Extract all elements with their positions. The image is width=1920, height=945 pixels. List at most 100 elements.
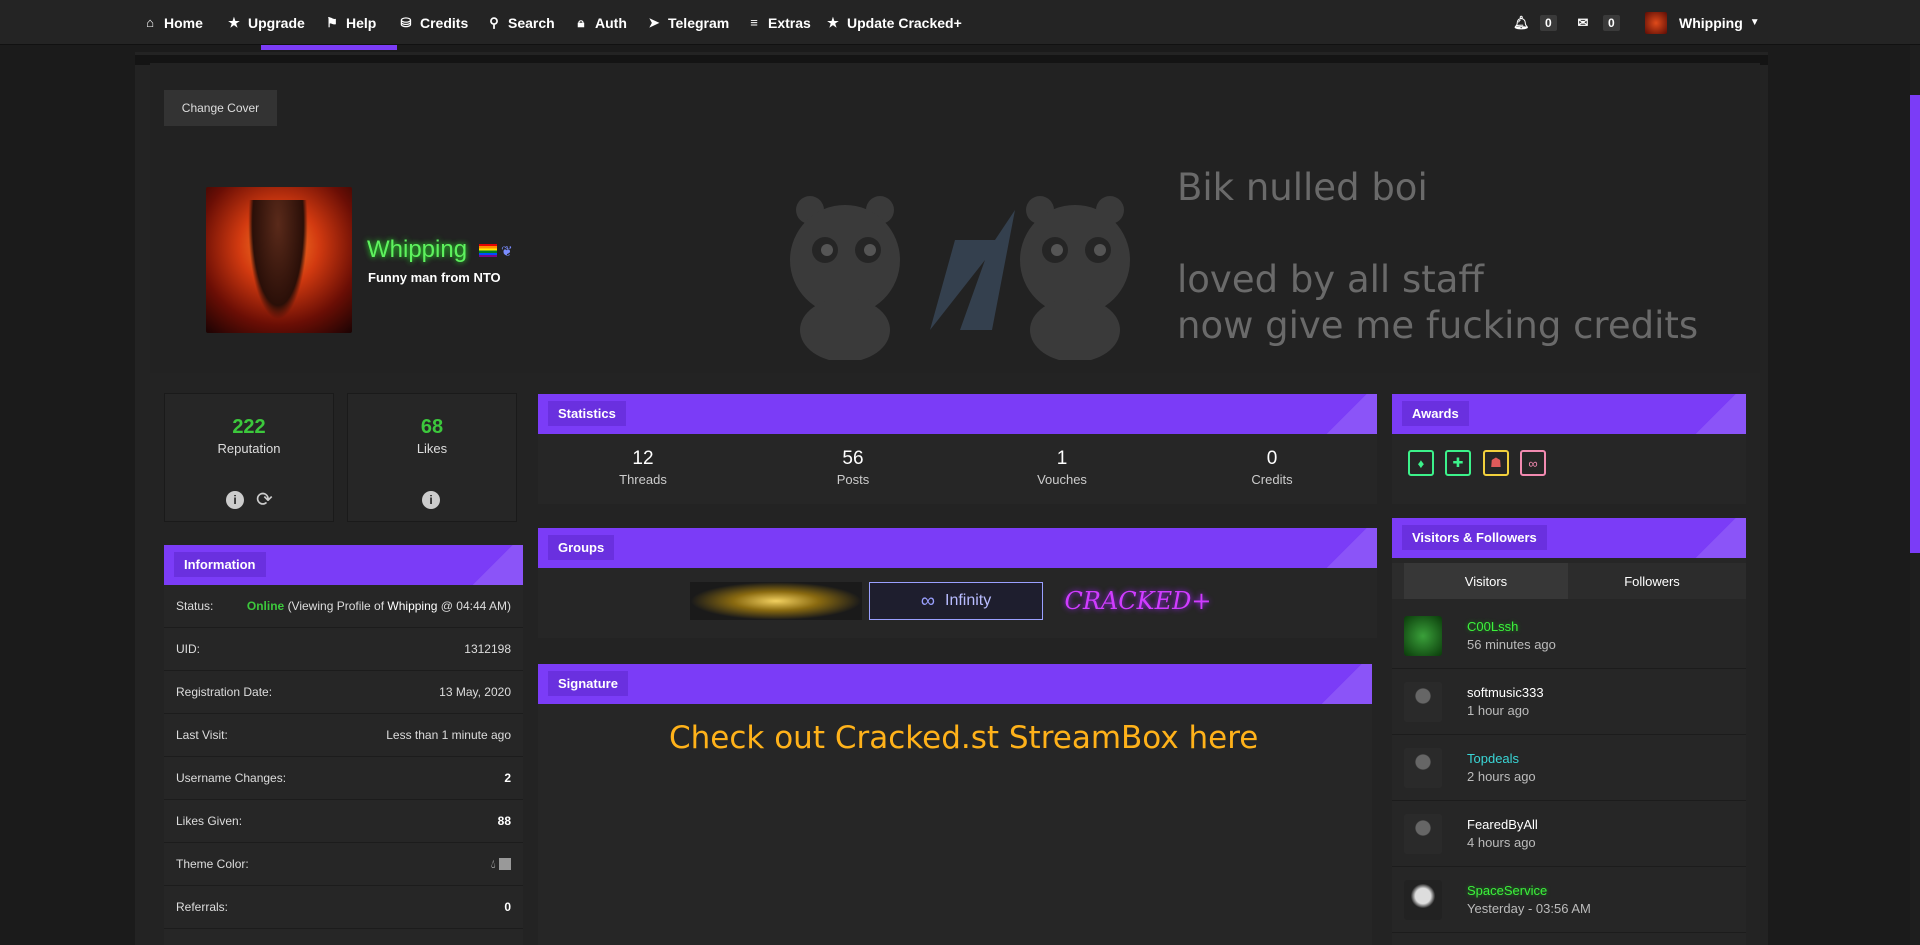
profile-usertitle: Funny man from NTO xyxy=(368,270,501,285)
info-row-likes-given: Likes Given: 88 xyxy=(164,800,523,843)
cover-text-line-3: now give me fucking credits xyxy=(1177,304,1699,347)
stat-vouches[interactable]: 1 Vouches xyxy=(957,448,1167,487)
award-infinity-icon[interactable]: ∞ xyxy=(1520,450,1546,476)
theme-color-controls[interactable]: 💧︎ xyxy=(491,857,511,872)
likes-info-icon[interactable]: i xyxy=(422,491,440,509)
stat-value: 56 xyxy=(842,448,864,469)
stat-value: 0 xyxy=(1266,448,1278,469)
refresh-icon[interactable]: ⟳ xyxy=(256,487,273,512)
nav-upgrade[interactable]: ★ Upgrade xyxy=(227,0,305,45)
visitor-name: C00Lssh xyxy=(1467,619,1519,634)
stat-credits[interactable]: 0 Credits xyxy=(1167,448,1377,487)
nav-search[interactable]: ⚲ Search xyxy=(487,0,554,45)
statistics-title: Statistics xyxy=(548,401,626,426)
nav-home[interactable]: ⌂ Home xyxy=(143,0,203,45)
info-row-theme-color: Theme Color: 💧︎ xyxy=(164,843,523,886)
info-label: Status: xyxy=(176,599,214,613)
signature-link[interactable]: Check out Cracked.st StreamBox here xyxy=(669,720,1258,756)
information-panel-header: Information xyxy=(164,545,523,585)
list-item[interactable]: Topdeals 2 hours ago xyxy=(1392,735,1746,801)
nav-auth[interactable]: 🔒︎ Auth xyxy=(574,0,627,45)
stat-posts[interactable]: 56 Posts xyxy=(748,448,958,487)
nav-update-cracked[interactable]: ★ Update Cracked+ xyxy=(826,0,962,45)
group-badge-infinity[interactable]: ∞ Infinity xyxy=(869,582,1043,620)
info-label: Last Visit: xyxy=(176,728,228,742)
info-status-value: Online (Viewing Profile of Whipping @ 04… xyxy=(247,599,511,613)
info-value: 13 May, 2020 xyxy=(439,685,511,699)
awards-title: Awards xyxy=(1402,401,1469,426)
visitor-avatar xyxy=(1404,880,1442,920)
nav-credits[interactable]: ⛁ Credits xyxy=(399,0,469,45)
change-cover-button[interactable]: Change Cover xyxy=(164,90,277,126)
visitor-avatar xyxy=(1404,748,1442,788)
stat-label: Posts xyxy=(836,472,870,487)
inbox-icon: ✉ xyxy=(1577,14,1589,30)
statistics-panel-header: Statistics xyxy=(538,394,1377,434)
group-badge-cracked-plus[interactable]: CRACKED+ xyxy=(1058,582,1218,620)
profile-username: Whipping xyxy=(367,236,468,263)
online-status: Online xyxy=(246,599,285,613)
visitor-avatar xyxy=(1404,814,1442,854)
group-badge-gold[interactable] xyxy=(690,582,862,620)
inbox-count: 0 xyxy=(1603,14,1620,31)
user-menu[interactable]: Whipping ▼ xyxy=(1645,0,1760,45)
nav-update-cracked-label: Update Cracked+ xyxy=(847,14,962,31)
info-label: Likes Given: xyxy=(176,814,243,828)
chevron-down-icon: ▼ xyxy=(1749,17,1760,28)
nav-help-label: Help xyxy=(346,14,377,31)
list-item[interactable]: softmusic333 1 hour ago xyxy=(1392,669,1746,735)
info-label: Referrals: xyxy=(176,900,229,914)
visitor-avatar xyxy=(1404,682,1442,722)
reputation-value: 222 xyxy=(232,416,266,438)
user-avatar-small xyxy=(1645,11,1667,34)
info-label: Theme Color: xyxy=(176,857,249,871)
top-navbar: ⌂ Home ★ Upgrade ⚑ Help ⛁ Credits ⚲ Search 🔒︎… xyxy=(0,0,1920,45)
list-item[interactable]: C00Lssh 56 minutes ago xyxy=(1392,603,1746,669)
stat-label: Vouches xyxy=(1037,472,1087,487)
likes-label: Likes xyxy=(416,441,448,456)
stat-value: 12 xyxy=(632,448,654,469)
bell-icon: 🔔︎ xyxy=(1513,14,1530,30)
award-plus-icon[interactable]: ✚ xyxy=(1445,450,1471,476)
nav-help[interactable]: ⚑ Help xyxy=(325,0,376,45)
reputation-box: 222 Reputation xyxy=(164,393,334,522)
list-item[interactable]: FearedByAll 4 hours ago xyxy=(1392,801,1746,867)
nav-telegram[interactable]: ➤ Telegram xyxy=(647,0,730,45)
menu-icon: ≡ xyxy=(750,15,758,30)
inbox-button[interactable]: ✉ 0 xyxy=(1576,0,1620,45)
award-diamond-icon[interactable]: ♦ xyxy=(1408,450,1434,476)
award-shield-icon[interactable]: ☗ xyxy=(1483,450,1509,476)
page-scrollbar-thumb[interactable] xyxy=(1910,95,1920,553)
info-row-username-changes: Username Changes: 2 xyxy=(164,757,523,800)
nav-extras[interactable]: ≡ Extras xyxy=(747,0,811,45)
visitor-time: 1 hour ago xyxy=(1467,703,1530,718)
viewing-user-link[interactable]: Whipping xyxy=(387,599,437,613)
visitor-name: softmusic333 xyxy=(1467,685,1544,700)
likes-value: 68 xyxy=(420,416,444,438)
awards-panel-header: Awards xyxy=(1392,394,1746,434)
notifications-button[interactable]: 🔔︎ 0 xyxy=(1513,0,1557,45)
visitor-name: SpaceService xyxy=(1467,883,1548,898)
search-icon: ⚲ xyxy=(489,14,499,30)
reputation-info-icon[interactable]: i xyxy=(226,491,244,509)
stat-threads[interactable]: 12 Threads xyxy=(538,448,748,487)
cover-text-line-2: loved by all staff xyxy=(1177,258,1484,301)
tab-followers[interactable]: Followers xyxy=(1570,563,1734,599)
user-menu-label: Whipping xyxy=(1679,14,1743,31)
telegram-icon: ➤ xyxy=(648,14,660,30)
signature-panel: Signature xyxy=(538,664,1372,945)
viewing-prefix: (Viewing Profile of xyxy=(287,599,385,613)
rainbow-flag-icon xyxy=(479,244,497,257)
theme-color-swatch xyxy=(499,858,511,871)
list-item[interactable]: SpaceService Yesterday - 03:56 AM xyxy=(1392,867,1746,933)
info-value: 1312198 xyxy=(464,642,511,656)
info-value: 2 xyxy=(504,771,511,785)
statistics-panel: Statistics 12 Threads 56 Posts 1 Vouches… xyxy=(538,394,1377,504)
tab-visitors[interactable]: Visitors xyxy=(1404,563,1568,599)
reputation-label: Reputation xyxy=(217,441,281,456)
avatar-figure xyxy=(248,200,308,320)
group-cracked-label: CRACKED+ xyxy=(1064,587,1212,615)
active-nav-indicator xyxy=(261,45,397,50)
stat-label: Threads xyxy=(619,472,667,487)
cover-text-line-1: Bik nulled boi xyxy=(1177,166,1428,209)
